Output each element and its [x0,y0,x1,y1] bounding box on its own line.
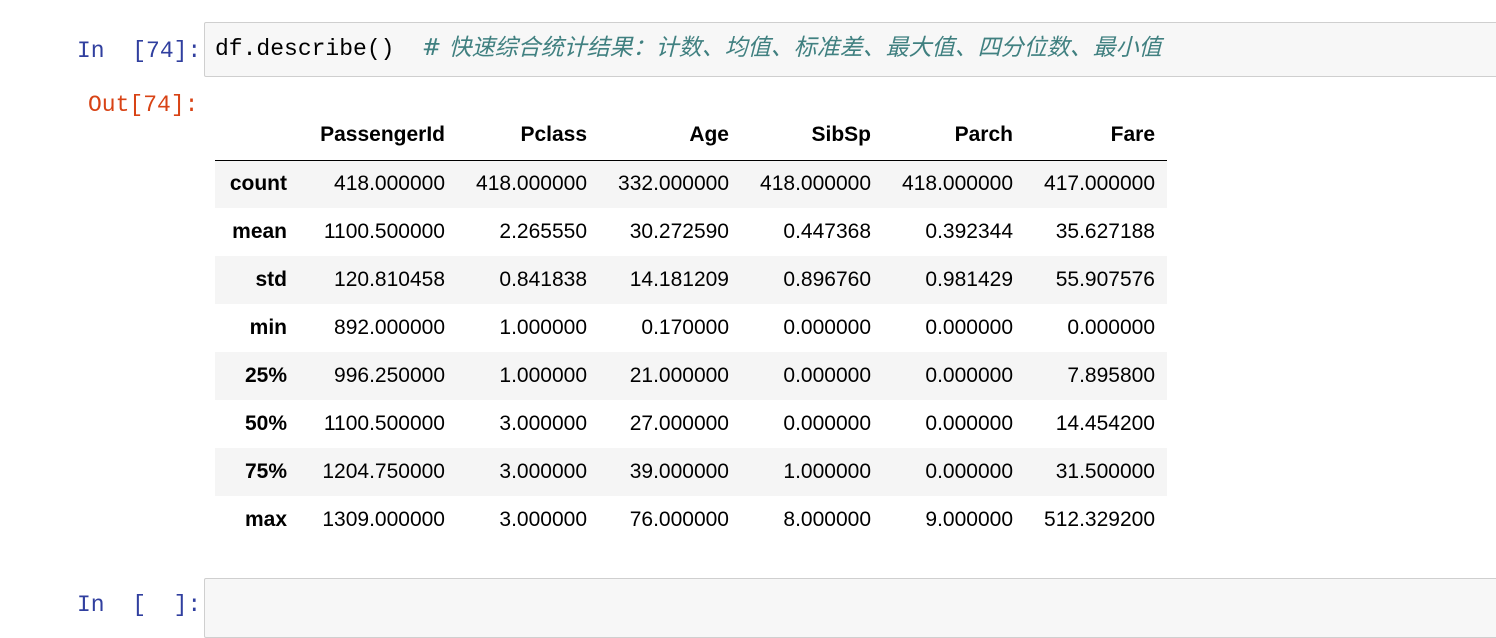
table-cell: 418.000000 [476,172,587,196]
row-label: max [244,508,287,531]
table-cell: 417.000000 [1044,172,1155,196]
table-header-row: PassengerId Pclass Age SibSp Parch Fare [215,111,1167,161]
column-header: PassengerId [299,111,457,161]
table-cell: 996.250000 [334,364,445,387]
column-header: Pclass [457,111,599,161]
row-label: min [249,316,287,339]
table-cell: 0.981429 [925,268,1013,291]
table-cell: 31.500000 [1055,460,1155,483]
table-row: mean 1100.500000 2.265550 30.272590 0.44… [215,208,1167,256]
table-cell: 892.000000 [334,316,445,339]
table-cell: 0.000000 [1067,316,1155,339]
code-line: df.describe() # 快速综合统计结果：计数、均值、标准差、最大值、四… [215,37,1162,61]
table-cell: 1.000000 [783,460,871,483]
table-cell: 0.000000 [925,412,1013,435]
table-cell: 332.000000 [618,172,729,196]
column-header: SibSp [741,111,883,161]
code-cell-input[interactable]: df.describe() # 快速综合统计结果：计数、均值、标准差、最大值、四… [204,22,1496,77]
column-header: Parch [883,111,1025,161]
code-comment: # 快速综合统计结果：计数、均值、标准差、最大值、四分位数、最小值 [422,35,1162,61]
table-cell: 7.895800 [1067,364,1155,387]
table-cell: 55.907576 [1055,268,1155,291]
table-cell: 0.000000 [783,364,871,387]
input-prompt-empty: In [ ]: [77,592,202,618]
table-row: std 120.810458 0.841838 14.181209 0.8967… [215,256,1167,304]
table-cell: 14.454200 [1055,412,1155,435]
table-cell: 1.000000 [499,364,587,387]
table-cell: 0.000000 [925,316,1013,339]
table-cell: 120.810458 [334,268,445,291]
table-cell: 418.000000 [760,172,871,196]
table-cell: 21.000000 [629,364,729,387]
table-cell: 14.181209 [629,268,729,291]
table-cell: 0.000000 [925,364,1013,387]
row-label: 50% [244,412,287,435]
row-label: mean [232,220,287,243]
table-cell: 3.000000 [499,412,587,435]
table-row: 25% 996.250000 1.000000 21.000000 0.0000… [215,352,1167,400]
code-text: df.describe() [215,36,395,62]
table-cell: 3.000000 [499,508,587,531]
table-row: count 418.000000 418.000000 332.000000 4… [215,160,1167,208]
table-cell: 35.627188 [1055,220,1155,243]
table-cell: 0.896760 [783,268,871,291]
table-cell: 0.392344 [925,220,1013,243]
table-cell: 30.272590 [629,220,729,243]
input-prompt: In [74]: [77,38,202,64]
row-label: 75% [244,460,287,483]
table-cell: 1100.500000 [323,412,445,435]
table-cell: 418.000000 [334,172,445,196]
table-cell: 0.170000 [641,316,729,339]
row-label: 25% [244,364,287,387]
row-label: count [229,172,287,196]
table-cell: 0.447368 [783,220,871,243]
table-cell: 0.841838 [499,268,587,291]
table-cell: 0.000000 [783,316,871,339]
table-cell: 1.000000 [499,316,587,339]
column-header: Fare [1025,111,1167,161]
code-cell-input-empty[interactable] [204,578,1496,638]
table-cell: 76.000000 [629,508,729,531]
table-row: 75% 1204.750000 3.000000 39.000000 1.000… [215,448,1167,496]
table-cell: 1100.500000 [323,220,445,243]
table-cell: 2.265550 [499,220,587,243]
table-cell: 9.000000 [925,508,1013,531]
table-cell: 418.000000 [902,172,1013,196]
table-cell: 3.000000 [499,460,587,483]
column-header: Age [599,111,741,161]
table-cell: 39.000000 [629,460,729,483]
table-cell: 512.329200 [1044,508,1155,531]
table-row: min 892.000000 1.000000 0.170000 0.00000… [215,304,1167,352]
table-cell: 1309.000000 [322,508,445,531]
table-cell: 0.000000 [925,460,1013,483]
describe-output-table: PassengerId Pclass Age SibSp Parch Fare … [215,111,1167,544]
table-cell: 27.000000 [629,412,729,435]
table-corner [215,111,299,161]
table-cell: 8.000000 [783,508,871,531]
row-label: std [255,268,288,291]
table-row: max 1309.000000 3.000000 76.000000 8.000… [215,496,1167,544]
table-cell: 1204.750000 [322,460,445,483]
table-row: 50% 1100.500000 3.000000 27.000000 0.000… [215,400,1167,448]
table-cell: 0.000000 [783,412,871,435]
output-prompt: Out[74]: [88,92,199,118]
